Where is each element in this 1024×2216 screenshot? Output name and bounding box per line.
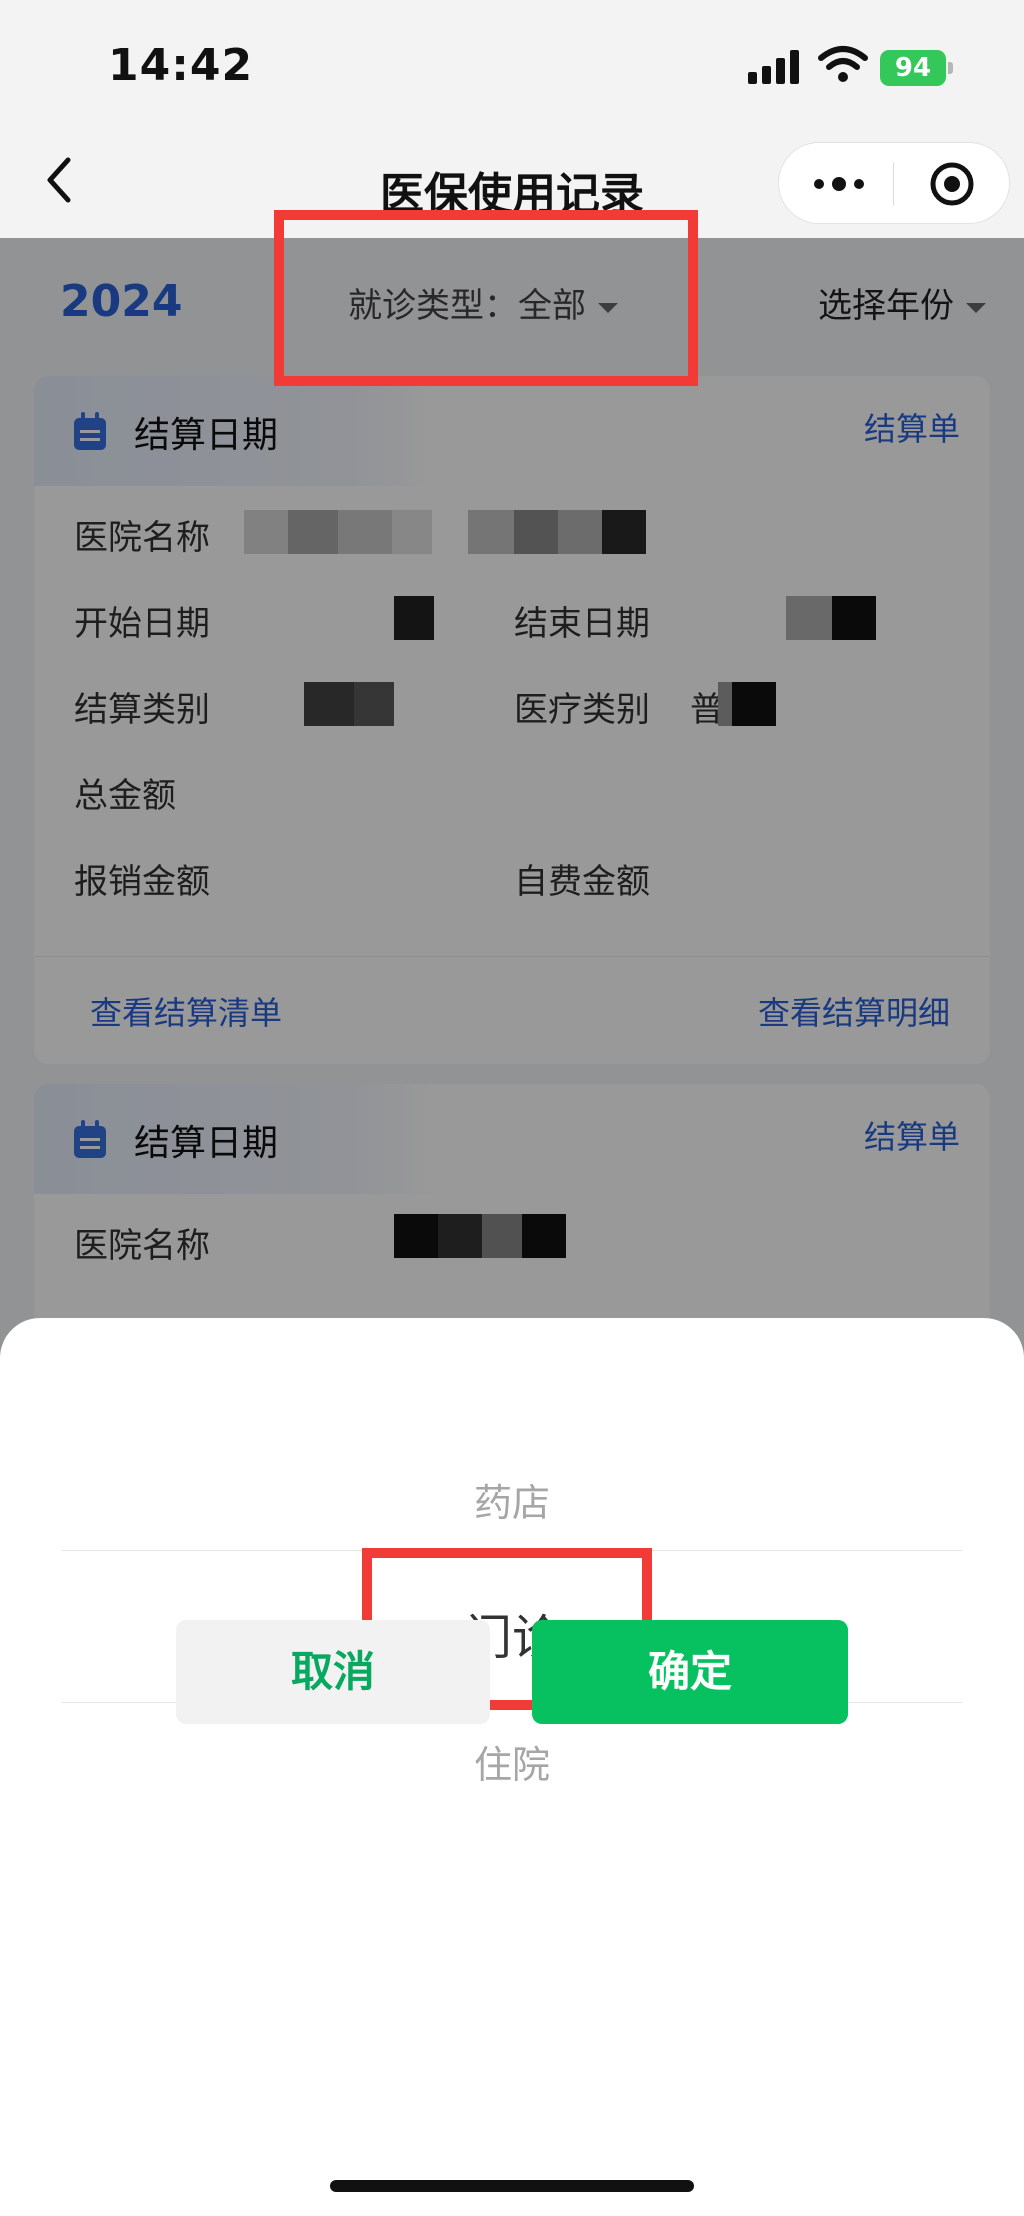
- picker-option-pharmacy[interactable]: 药店: [0, 1472, 1024, 1527]
- picker-option-hidden: [0, 1398, 1024, 1423]
- signal-icon: [748, 50, 802, 84]
- wifi-icon: [818, 46, 868, 82]
- status-time: 14:42: [108, 40, 254, 91]
- battery-icon: 94: [880, 50, 954, 86]
- confirm-button[interactable]: 确定: [532, 1620, 848, 1724]
- home-indicator: [330, 2180, 694, 2192]
- highlight-visit-type-filter: [274, 210, 698, 386]
- more-icon[interactable]: [811, 169, 867, 199]
- close-miniprogram-icon[interactable]: [929, 161, 975, 207]
- picker-option-inpatient[interactable]: 住院: [0, 1734, 1024, 1789]
- cancel-button[interactable]: 取消: [176, 1620, 490, 1724]
- visit-type-picker: 药店 门诊 住院: [0, 1318, 1024, 2216]
- miniprogram-capsule: [778, 142, 1010, 224]
- battery-level: 94: [880, 50, 946, 86]
- status-bar: 14:42 94: [0, 0, 1024, 130]
